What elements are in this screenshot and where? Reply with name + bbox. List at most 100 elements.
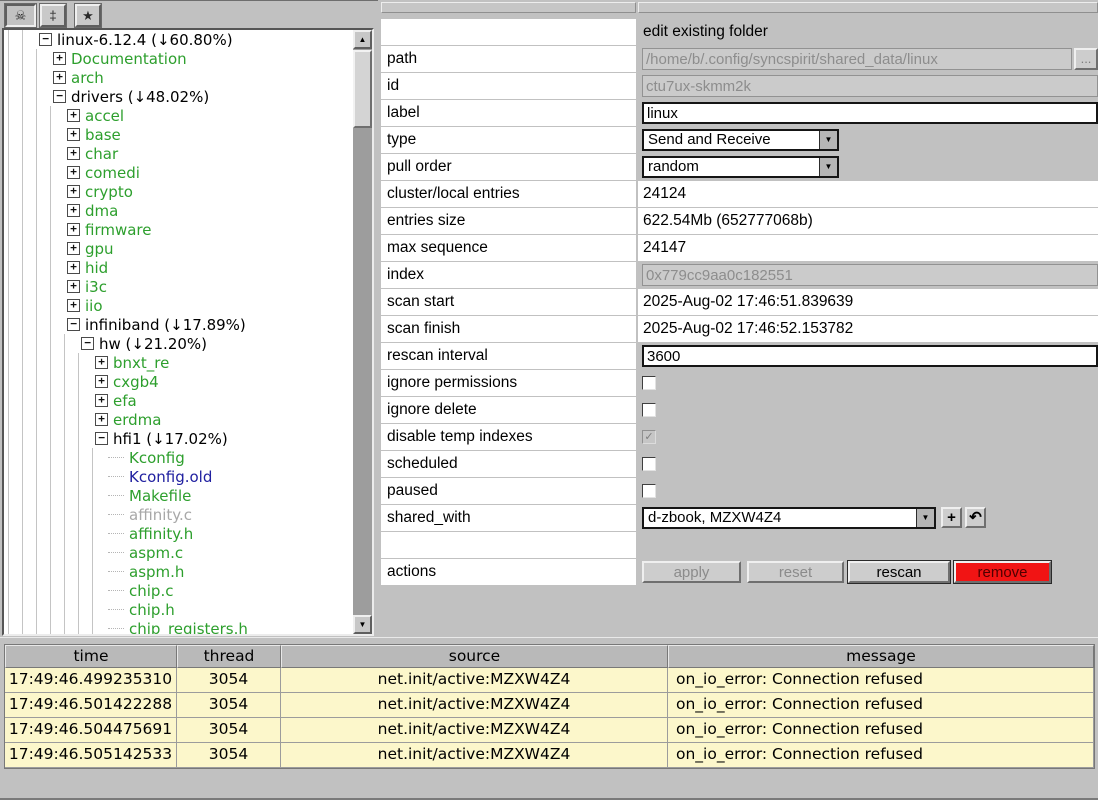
tree-indent-guides — [8, 277, 64, 296]
tree-item-label: arch — [71, 69, 104, 87]
field-label-rescan-interval: rescan interval — [381, 343, 636, 369]
collapse-icon[interactable]: − — [53, 90, 66, 103]
expand-icon[interactable]: + — [67, 223, 80, 236]
expand-icon[interactable]: + — [67, 166, 80, 179]
tree-item[interactable]: +hid — [8, 258, 351, 277]
tree-item[interactable]: +gpu — [8, 239, 351, 258]
expand-icon[interactable]: + — [67, 204, 80, 217]
scheduled-checkbox[interactable] — [642, 457, 656, 471]
log-row[interactable]: 17:49:46.504475691 3054 net.init/active:… — [5, 718, 1094, 743]
rescan-interval-input[interactable] — [642, 345, 1098, 367]
skull-icon[interactable]: ☠ — [5, 4, 36, 27]
tree-item[interactable]: affinity.c — [8, 505, 351, 524]
tree-item-label: chip.c — [129, 582, 173, 600]
tree-item[interactable]: +i3c — [8, 277, 351, 296]
tree-item[interactable]: aspm.c — [8, 543, 351, 562]
star-icon[interactable]: ★ — [75, 4, 101, 27]
tree-item[interactable]: Kconfig — [8, 448, 351, 467]
collapse-icon[interactable]: − — [39, 33, 52, 46]
tree-item[interactable]: Kconfig.old — [8, 467, 351, 486]
form-row-ignore-permissions: ignore permissions — [380, 370, 1098, 396]
tree-item[interactable]: chip.h — [8, 600, 351, 619]
tree-item[interactable]: −hw (↓21.20%) — [8, 334, 351, 353]
tree-item[interactable]: +efa — [8, 391, 351, 410]
tree-item[interactable]: +cxgb4 — [8, 372, 351, 391]
tree-item[interactable]: +base — [8, 125, 351, 144]
double-dagger-icon[interactable]: ‡ — [40, 4, 66, 27]
tree-indent-guides — [8, 505, 106, 524]
scrollbar-down-icon[interactable]: ▼ — [353, 615, 372, 634]
form-row-scan-start: scan start 2025-Aug-02 17:46:51.839639 — [380, 289, 1098, 315]
pull-order-select-value: random — [648, 158, 699, 175]
expand-icon[interactable]: + — [67, 280, 80, 293]
type-select[interactable]: Send and Receive ▼ — [642, 129, 839, 151]
tree-item[interactable]: +comedi — [8, 163, 351, 182]
tree-item[interactable]: +dma — [8, 201, 351, 220]
tree-indent-guides — [8, 543, 106, 562]
paused-checkbox[interactable] — [642, 484, 656, 498]
tree-item[interactable]: +accel — [8, 106, 351, 125]
tree-item[interactable]: +bnxt_re — [8, 353, 351, 372]
tree-item[interactable]: +iio — [8, 296, 351, 315]
remove-button[interactable]: remove — [954, 561, 1051, 583]
field-label-cluster-entries: cluster/local entries — [381, 181, 636, 207]
collapse-icon[interactable]: − — [95, 432, 108, 445]
tree-item[interactable]: +char — [8, 144, 351, 163]
expand-icon[interactable]: + — [95, 375, 108, 388]
tree-indent-guides — [8, 334, 78, 353]
tree-item[interactable]: Makefile — [8, 486, 351, 505]
tree-scrollbar[interactable]: ▲ ▼ — [353, 30, 372, 634]
tree-item[interactable]: + arch — [8, 68, 351, 87]
log-row[interactable]: 17:49:46.499235310 3054 net.init/active:… — [5, 668, 1094, 693]
log-row[interactable]: 17:49:46.505142533 3054 net.init/active:… — [5, 743, 1094, 768]
expand-icon[interactable]: + — [67, 147, 80, 160]
collapse-icon[interactable]: − — [81, 337, 94, 350]
tree-item[interactable]: chip_registers.h — [8, 619, 351, 634]
tree-item[interactable]: aspm.h — [8, 562, 351, 581]
tree-item-label: erdma — [113, 411, 161, 429]
expand-icon[interactable]: + — [67, 185, 80, 198]
undo-icon[interactable]: ↶ — [965, 507, 986, 528]
tree-item[interactable]: +Documentation — [8, 49, 351, 68]
shared-with-select[interactable]: d-zbook, MZXW4Z4 ▼ — [642, 507, 936, 529]
form-row-id: id — [380, 73, 1098, 99]
tree-item[interactable]: affinity.h — [8, 524, 351, 543]
form-row-entries-size: entries size 622.54Mb (652777068b) — [380, 208, 1098, 234]
collapse-icon[interactable]: − — [67, 318, 80, 331]
expand-icon[interactable]: + — [67, 109, 80, 122]
tree-item[interactable]: −infiniband (↓17.89%) — [8, 315, 351, 334]
tree-item[interactable]: −hfi1 (↓17.02%) — [8, 429, 351, 448]
field-label-actions: actions — [381, 559, 636, 585]
rescan-button[interactable]: rescan — [848, 561, 950, 583]
tree-item[interactable]: + erdma — [8, 410, 351, 429]
expand-icon[interactable]: + — [95, 394, 108, 407]
tree-item[interactable]: chip.c — [8, 581, 351, 600]
log-cell-thread: 3054 — [177, 743, 281, 768]
expand-icon[interactable]: + — [67, 261, 80, 274]
tree-item-label: affinity.h — [129, 525, 193, 543]
expand-icon[interactable]: + — [67, 299, 80, 312]
tree-item[interactable]: +firmware — [8, 220, 351, 239]
expand-icon[interactable]: + — [95, 413, 108, 426]
expand-icon[interactable]: + — [67, 128, 80, 141]
scrollbar-thumb[interactable] — [353, 50, 372, 128]
tree-item[interactable]: +crypto — [8, 182, 351, 201]
tree-indent-guides — [8, 258, 64, 277]
tree-item[interactable]: −drivers (↓48.02%) — [8, 87, 351, 106]
expand-icon[interactable]: + — [67, 242, 80, 255]
pull-order-select[interactable]: random ▼ — [642, 156, 839, 178]
add-device-button[interactable]: + — [941, 507, 962, 528]
expand-icon[interactable]: + — [53, 52, 66, 65]
expand-icon[interactable]: + — [95, 356, 108, 369]
ignore-delete-checkbox[interactable] — [642, 403, 656, 417]
log-row[interactable]: 17:49:46.501422288 3054 net.init/active:… — [5, 693, 1094, 718]
tree-leaf-connector — [108, 495, 124, 496]
expand-icon[interactable]: + — [53, 71, 66, 84]
max-sequence-value: 24147 — [638, 235, 1098, 261]
scrollbar-up-icon[interactable]: ▲ — [353, 30, 372, 49]
tree-indent-guides — [8, 486, 106, 505]
label-input[interactable] — [642, 102, 1098, 124]
tree-item[interactable]: −linux-6.12.4 (↓60.80%) — [8, 30, 351, 49]
ignore-permissions-checkbox[interactable] — [642, 376, 656, 390]
tree-indent-guides — [8, 467, 106, 486]
